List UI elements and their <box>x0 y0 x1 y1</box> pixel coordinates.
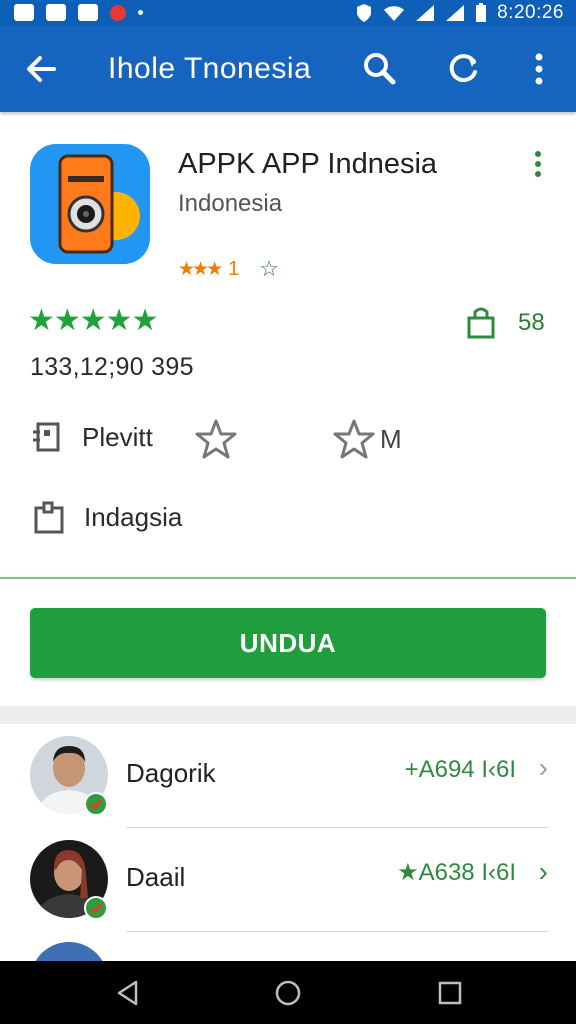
nav-back-icon[interactable] <box>114 979 142 1007</box>
refresh-icon[interactable] <box>444 50 482 88</box>
clipboard-icon <box>34 501 64 534</box>
divider <box>0 577 576 579</box>
mail-icon <box>46 4 66 21</box>
reviewer-name: Daail <box>126 862 186 892</box>
battery-icon <box>476 3 487 22</box>
detail-label: M <box>380 423 402 454</box>
nav-recents-icon[interactable] <box>436 979 464 1007</box>
rating-count: 1 <box>228 257 240 280</box>
system-status-icons: 8:20:26 <box>355 1 564 25</box>
bag-icon <box>467 307 495 339</box>
app-developer[interactable]: Indonesia <box>178 190 282 218</box>
app-name: APPK APP Indnesia <box>178 148 438 180</box>
verified-badge-icon <box>84 896 108 920</box>
list-item[interactable]: Dagorik +A694 I‹6I › <box>0 724 576 828</box>
document-icon <box>33 422 60 452</box>
rating-stars: ★★★ <box>178 258 223 280</box>
reviewer-meta: ★A638 I‹6I <box>397 859 516 886</box>
nav-home-icon[interactable] <box>274 979 302 1007</box>
avatar-partial <box>30 942 108 961</box>
more-vert-icon[interactable] <box>530 150 546 178</box>
chevron-right-icon: › <box>538 856 548 887</box>
download-count: 133,12;90 395 <box>30 353 194 381</box>
notification-icons <box>14 4 143 21</box>
detail-content-rating[interactable]: Plevitt <box>30 420 153 454</box>
size-value: 58 <box>518 309 545 336</box>
detail-category[interactable]: Indagsia <box>32 500 182 534</box>
small-rating: ★★★ 1 ☆ <box>178 256 279 282</box>
signal-icon <box>416 5 435 21</box>
big-rating-stars: ★★★★★ <box>28 304 158 337</box>
page-title: Ihole Tnonesia <box>108 52 312 85</box>
status-bar: 8:20:26 <box>0 0 576 26</box>
star-outline-icon[interactable] <box>194 417 238 461</box>
notification-app-icon <box>14 4 34 21</box>
star-outline-icon[interactable]: ☆ <box>259 256 279 282</box>
reviewer-meta: +A694 I‹6I <box>404 756 516 783</box>
detail-label: Plevitt <box>82 421 153 452</box>
section-gap <box>0 706 576 724</box>
list-item[interactable]: Daail ★A638 I‹6I › <box>0 828 576 932</box>
more-notifications-dot <box>138 10 143 15</box>
reviewer-name: Dagorik <box>126 758 216 788</box>
app-bar: Ihole Tnonesia <box>0 26 576 112</box>
verified-badge-icon <box>84 792 108 816</box>
shield-icon <box>357 4 372 22</box>
install-button[interactable]: UNDUA <box>30 608 546 678</box>
app-notification-icon <box>110 4 126 21</box>
camera-notification-icon <box>78 4 98 21</box>
search-icon[interactable] <box>360 50 398 88</box>
detail-wishlist[interactable]: M <box>332 417 402 461</box>
signal-2-icon <box>446 5 465 21</box>
chevron-right-icon: › <box>538 752 548 783</box>
clock: 8:20:26 <box>497 2 564 23</box>
arrow-back-icon[interactable] <box>22 50 60 88</box>
app-icon <box>30 144 150 264</box>
detail-label: Indagsia <box>84 501 183 532</box>
star-outline-icon <box>333 419 375 459</box>
wifi-icon <box>384 6 405 21</box>
system-nav-bar <box>0 961 576 1024</box>
more-vert-icon[interactable] <box>520 50 558 88</box>
list-divider <box>126 931 548 932</box>
